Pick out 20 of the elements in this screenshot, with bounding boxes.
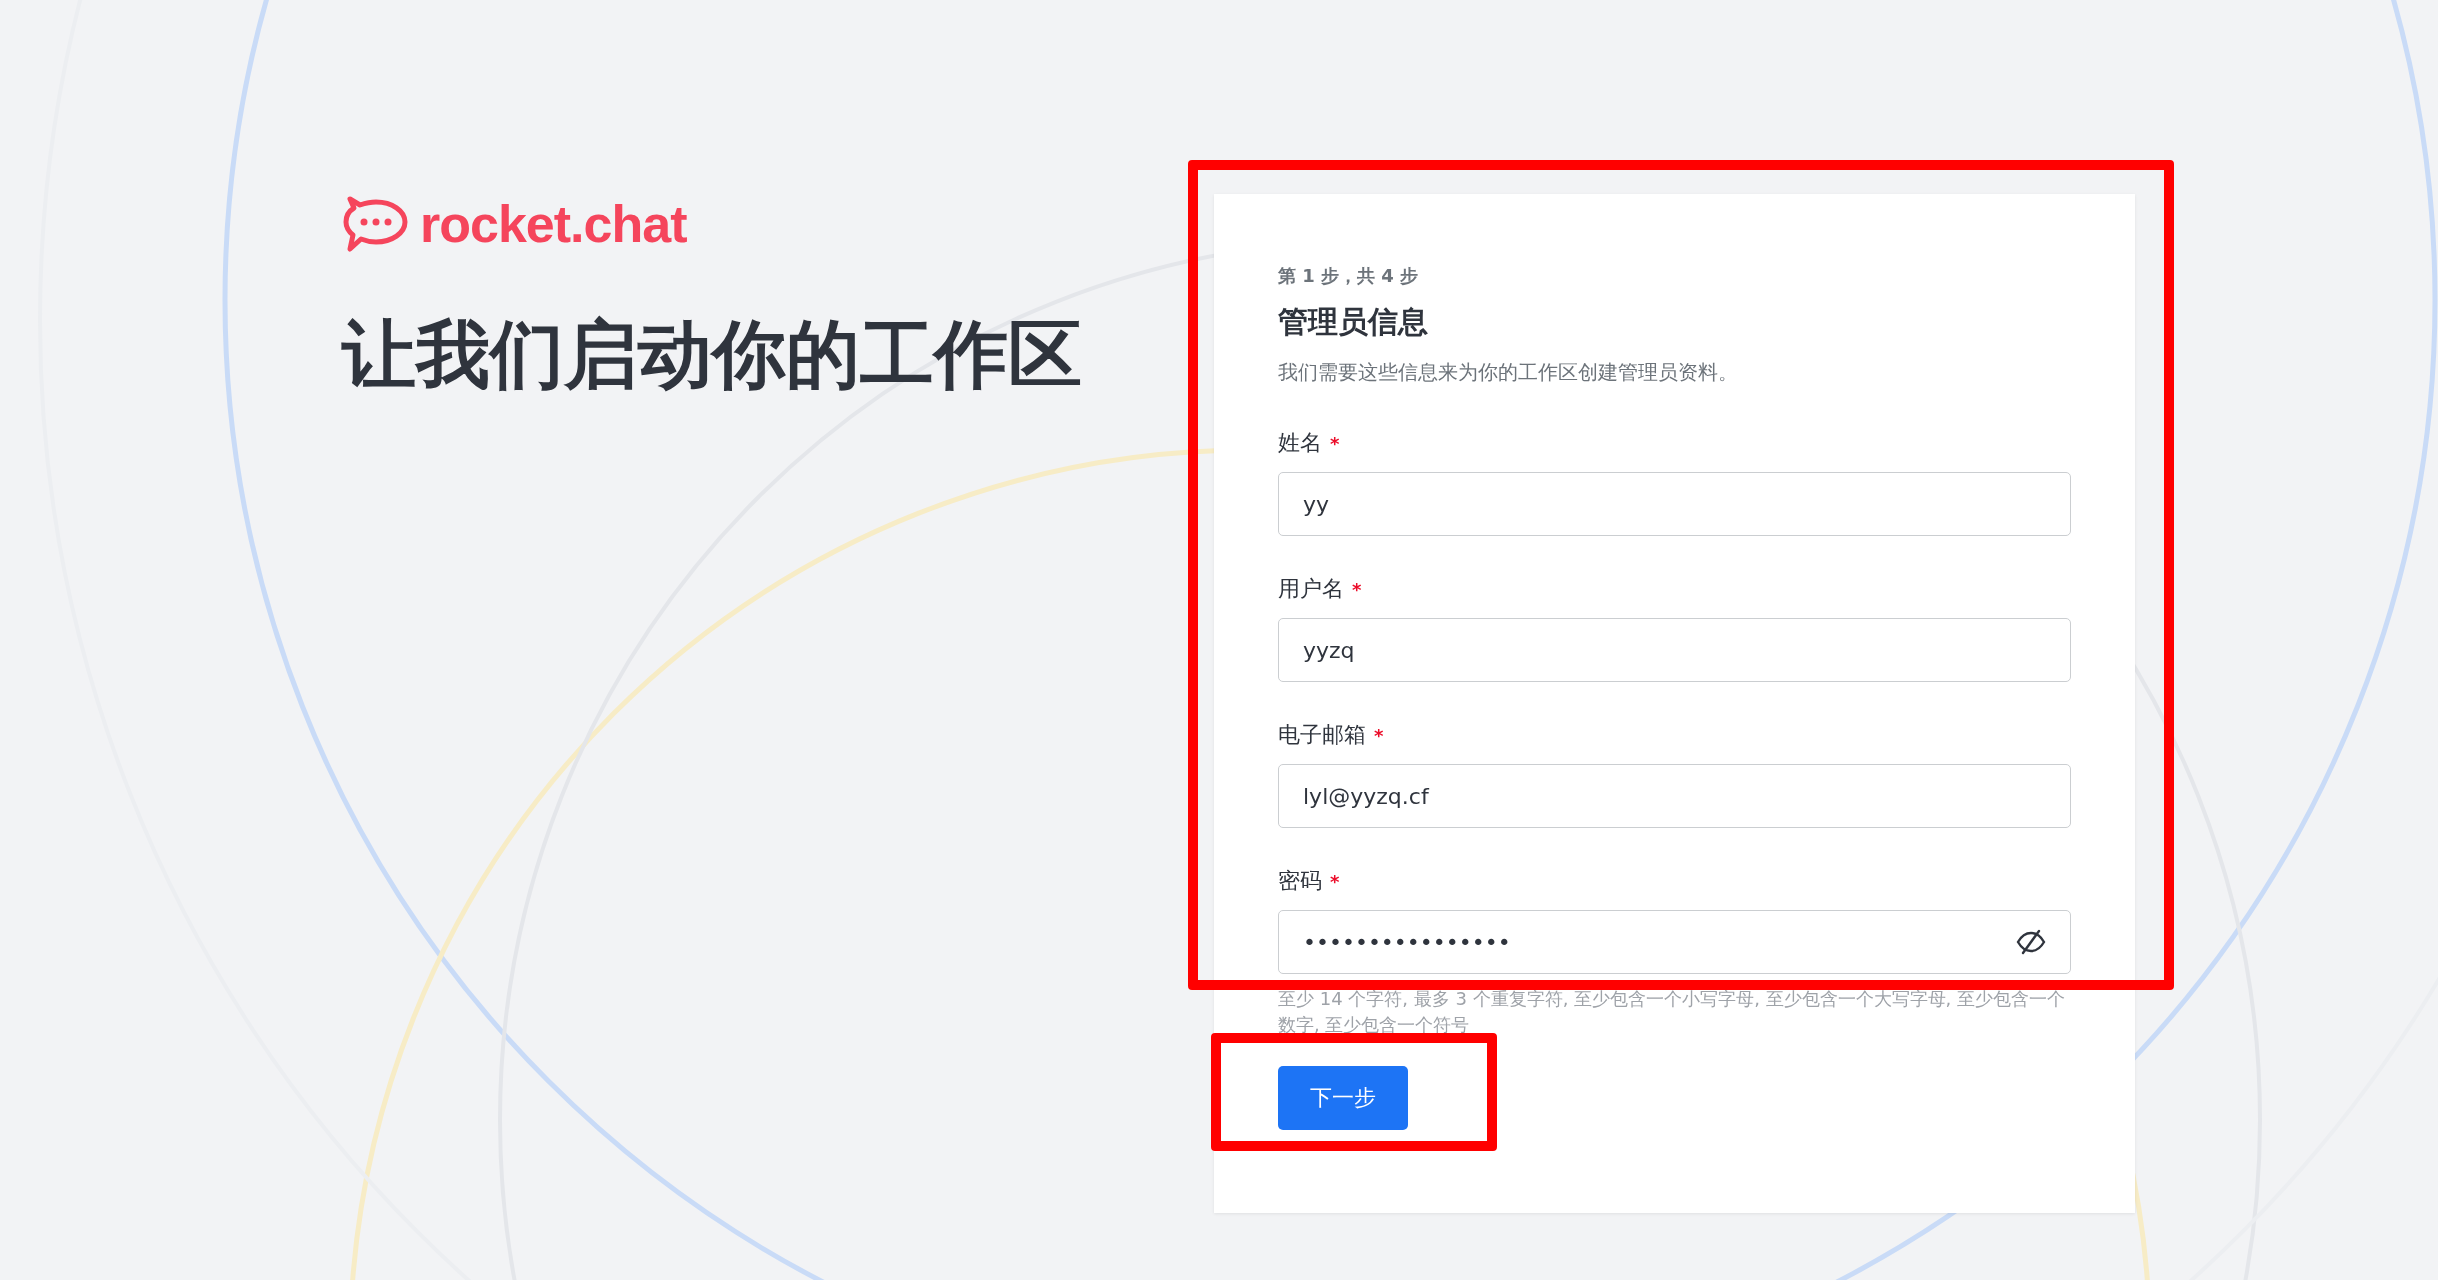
field-label: 电子邮箱 <box>1278 721 1366 749</box>
brand-name: rocket.chat <box>420 194 687 254</box>
step-indicator: 第 1 步，共 4 步 <box>1278 264 1420 288</box>
input-field[interactable]: yyzq <box>1278 618 2071 682</box>
required-mark: * <box>1330 433 1340 454</box>
page-headline: 让我们启动你的工作区 <box>342 310 1083 399</box>
field-label: 姓名 <box>1278 429 1322 457</box>
form-title: 管理员信息 <box>1278 303 1429 341</box>
chat-bubble-logo-icon <box>342 195 408 253</box>
password-field[interactable]: •••••••••••••••• <box>1278 910 2071 974</box>
form-description: 我们需要这些信息来为你的工作区创建管理员资料。 <box>1278 359 1739 386</box>
eye-slash-icon[interactable] <box>2016 929 2046 955</box>
required-mark: * <box>1352 579 1362 600</box>
input-field[interactable]: lyl@yyzq.cf <box>1278 764 2071 828</box>
field-label: 用户名 <box>1278 575 1344 603</box>
required-mark: * <box>1330 871 1340 892</box>
field-label: 密码 <box>1278 867 1322 895</box>
next-button[interactable]: 下一步 <box>1278 1066 1408 1130</box>
input-field[interactable]: yy <box>1278 472 2071 536</box>
required-mark: * <box>1374 725 1384 746</box>
